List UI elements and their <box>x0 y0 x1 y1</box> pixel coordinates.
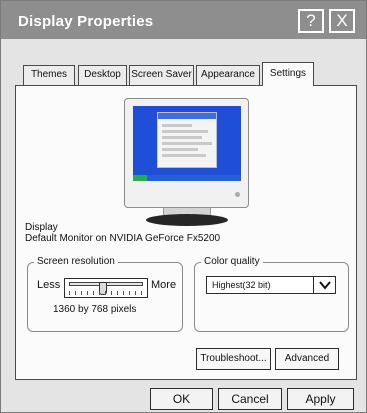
display-label: Display <box>25 222 58 233</box>
cancel-button[interactable]: Cancel <box>218 388 282 410</box>
slider-ticks <box>69 291 143 295</box>
display-description: Default Monitor on NVIDIA GeForce Fx5200 <box>25 233 221 244</box>
color-quality-select[interactable]: Highest(32 bit) <box>206 276 336 294</box>
advanced-button[interactable]: Advanced <box>275 348 339 370</box>
monitor-stand <box>146 214 228 226</box>
screen-resolution-group: Screen resolution Less More 1360 by 768 … <box>27 256 183 332</box>
apply-button[interactable]: Apply <box>287 388 354 410</box>
preview-start-button <box>133 175 147 181</box>
display-properties-window: Display Properties ? X Themes Desktop Sc… <box>0 0 367 413</box>
tab-settings[interactable]: Settings <box>262 62 314 86</box>
slider-track <box>69 282 143 295</box>
monitor-preview-icon <box>124 98 249 208</box>
dropdown-button[interactable] <box>313 277 335 293</box>
tab-themes[interactable]: Themes <box>23 65 75 85</box>
close-button[interactable]: X <box>329 9 355 33</box>
monitor-screen <box>133 106 241 181</box>
tab-desktop[interactable]: Desktop <box>78 65 127 85</box>
ok-button[interactable]: OK <box>150 388 213 410</box>
slider-less-label: Less <box>37 279 61 291</box>
help-icon: ? <box>306 11 316 30</box>
troubleshoot-button[interactable]: Troubleshoot... <box>196 348 271 370</box>
close-icon: X <box>336 11 348 30</box>
color-quality-value: Highest(32 bit) <box>212 280 271 290</box>
chevron-down-icon <box>319 281 331 290</box>
screen-resolution-legend: Screen resolution <box>34 256 118 267</box>
title-bar[interactable]: Display Properties ? X <box>1 1 366 39</box>
power-led-icon <box>235 192 240 197</box>
slider-more-label: More <box>151 279 177 291</box>
resolution-value: 1360 by 768 pixels <box>53 304 137 315</box>
settings-panel: Display Default Monitor on NVIDIA GeForc… <box>15 85 357 380</box>
color-quality-legend: Color quality <box>201 256 263 267</box>
color-quality-group: Color quality Highest(32 bit) <box>194 256 349 332</box>
help-button[interactable]: ? <box>298 9 324 33</box>
resolution-slider[interactable] <box>64 278 148 298</box>
preview-taskbar <box>133 175 241 181</box>
window-title: Display Properties <box>18 13 154 30</box>
preview-dialog <box>157 112 217 168</box>
tab-appearance[interactable]: Appearance <box>196 65 260 85</box>
tab-screen-saver[interactable]: Screen Saver <box>129 65 194 85</box>
